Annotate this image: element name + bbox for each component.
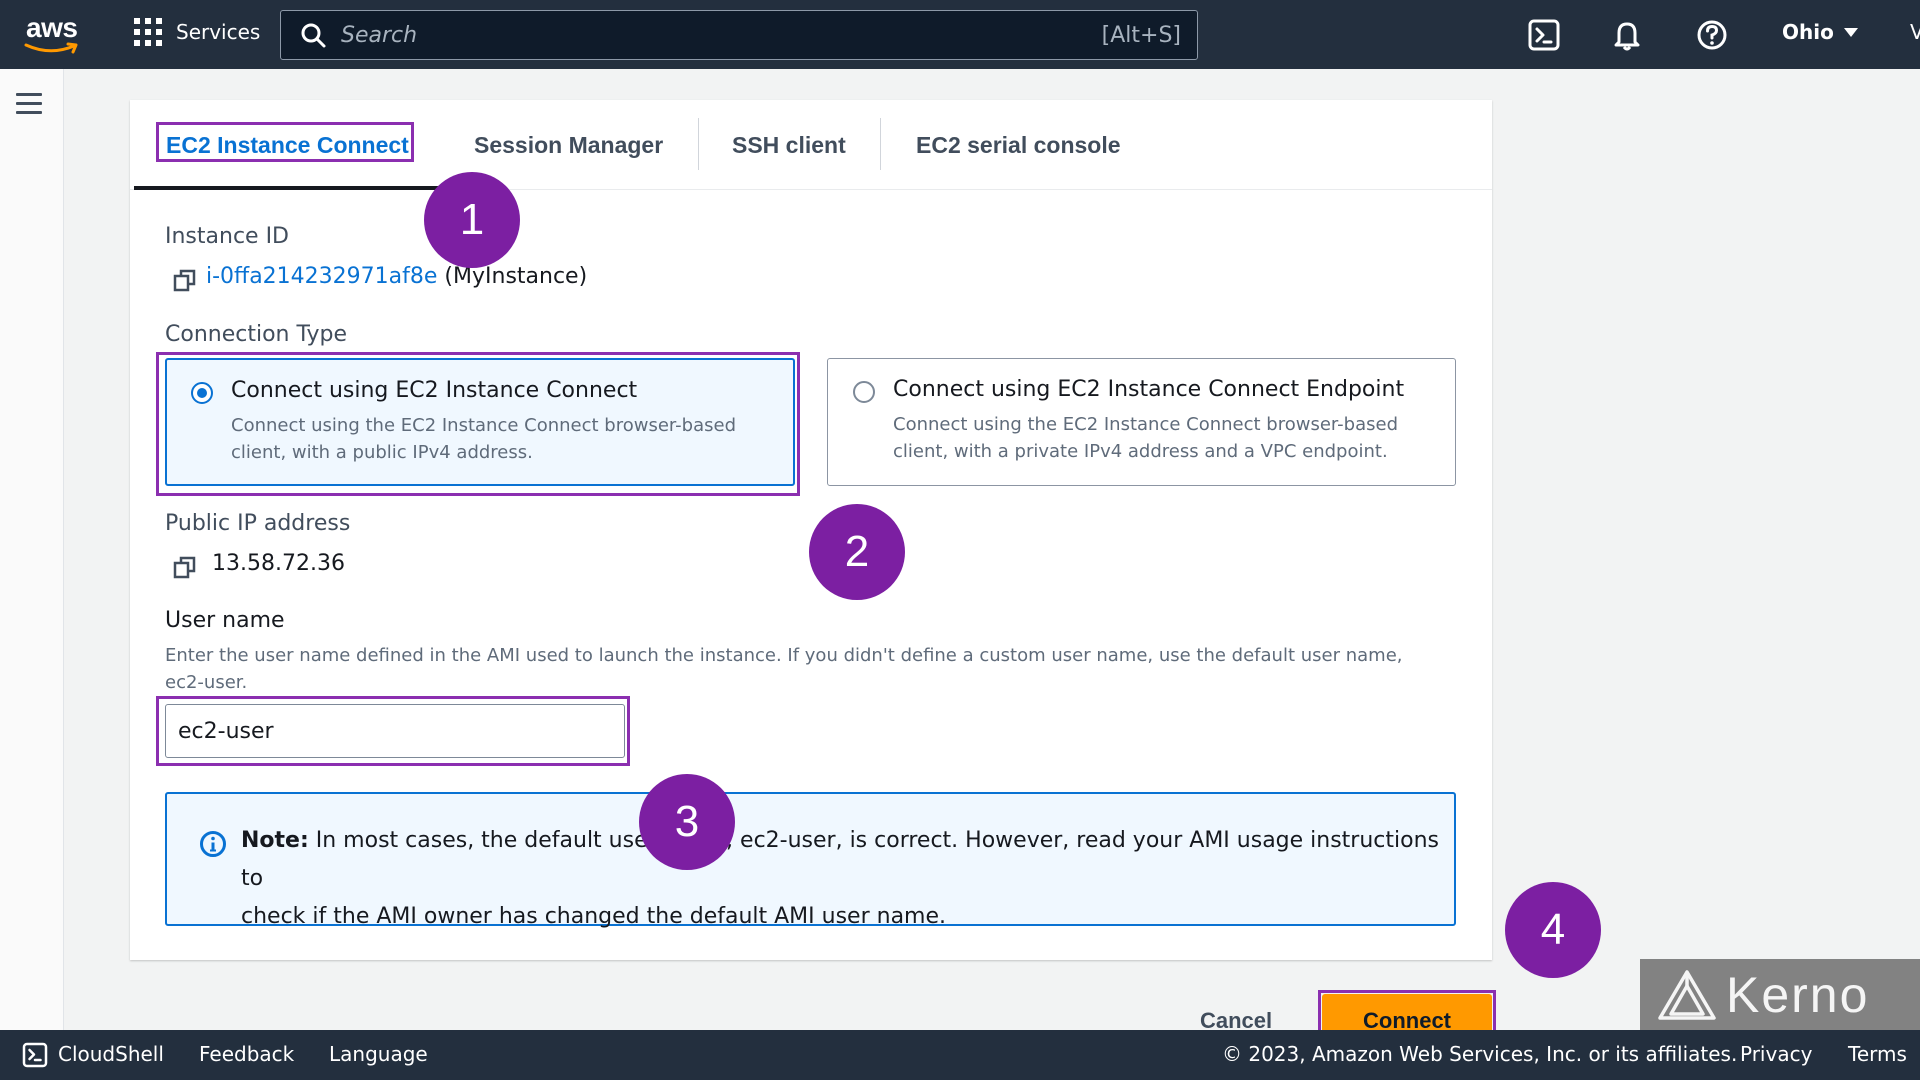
kerno-watermark-text: Kerno [1726,966,1870,1023]
region-label: Ohio [1782,20,1834,44]
radio-button-unselected[interactable] [853,381,875,403]
caret-down-icon [1843,27,1858,37]
option-description-line: client, with a private IPv4 address and … [893,441,1388,462]
radio-button-selected[interactable] [191,382,213,404]
step-badge-2: 2 [809,504,905,600]
tab-session-manager[interactable]: Session Manager [474,116,663,174]
note-text: Note: In most cases, the default user na… [241,822,1441,936]
aws-smile-icon [24,42,78,54]
hamburger-icon[interactable] [16,93,42,115]
instance-name: (MyInstance) [444,264,588,289]
option-description-line: Connect using the EC2 Instance Connect b… [231,415,736,436]
option-description: Connect using the EC2 Instance Connect b… [893,411,1398,465]
active-tab-indicator [134,186,444,190]
user-name-input[interactable] [165,704,625,758]
user-name-label: User name [165,608,285,633]
kerno-logo-icon [1658,969,1716,1020]
option-title: Connect using EC2 Instance Connect [231,378,638,403]
option-description-line: Connect using the EC2 Instance Connect b… [893,414,1398,435]
user-name-description-line: Enter the user name defined in the AMI u… [165,645,1403,666]
left-navigation-rail [0,69,64,1030]
tab-ec2-serial-console[interactable]: EC2 serial console [916,116,1121,174]
tab-ssh-client[interactable]: SSH client [732,116,846,174]
console-footer: CloudShell Feedback Language © 2023, Ama… [0,1030,1920,1080]
footer-cloudshell-link[interactable]: CloudShell [58,1042,164,1066]
kerno-watermark: Kerno [1640,959,1920,1030]
note-bold-label: Note: [241,828,309,853]
search-icon [301,23,326,48]
footer-privacy-link[interactable]: Privacy [1740,1042,1812,1066]
user-name-description-line: ec2-user. [165,672,248,693]
aws-logo-text: aws [26,12,78,43]
search-input[interactable] [341,22,1041,48]
search-bar[interactable]: [Alt+S] [280,10,1198,60]
option-title: Connect using EC2 Instance Connect Endpo… [893,377,1405,402]
copy-icon[interactable] [172,554,198,580]
aws-logo[interactable]: aws [24,12,80,56]
footer-terms-link[interactable]: Terms [1848,1042,1907,1066]
connection-option-instance-connect-endpoint[interactable]: Connect using EC2 Instance Connect Endpo… [827,358,1456,486]
info-note-box: Note: In most cases, the default user na… [165,792,1456,929]
tab-divider [698,118,699,170]
copy-icon[interactable] [172,267,198,293]
tab-ec2-instance-connect[interactable]: EC2 Instance Connect [166,116,409,174]
services-menu-button[interactable]: Services [134,18,260,46]
connect-instance-panel: EC2 Instance Connect Session Manager SSH… [130,100,1492,1033]
note-line: check if the AMI owner has changed the d… [241,904,947,929]
footer-feedback-link[interactable]: Feedback [199,1042,294,1066]
info-icon [200,831,226,857]
connection-type-label: Connection Type [165,322,348,347]
cloudshell-icon[interactable] [1527,18,1561,52]
step-badge-4: 4 [1505,882,1601,978]
footer-language-link[interactable]: Language [329,1042,428,1066]
user-name-description: Enter the user name defined in the AMI u… [165,642,1465,696]
instance-id-label: Instance ID [165,224,289,249]
instance-id-value: i-0ffa214232971af8e (MyInstance) [206,264,587,289]
instance-id-link[interactable]: i-0ffa214232971af8e [206,264,437,289]
option-description: Connect using the EC2 Instance Connect b… [231,412,736,466]
note-line: Note: In most cases, the default user na… [241,822,1441,898]
note-line-text: In most cases, the default user name, ec… [241,828,1439,891]
step-badge-3: 3 [639,774,735,870]
account-menu-truncated[interactable]: V [1910,20,1920,44]
tab-divider [880,118,881,170]
footer-copyright: © 2023, Amazon Web Services, Inc. or its… [1222,1042,1738,1066]
apps-grid-icon [134,18,162,46]
option-description-line: client, with a public IPv4 address. [231,442,533,463]
bell-icon[interactable] [1610,18,1644,52]
region-selector[interactable]: Ohio [1782,20,1858,44]
public-ip-label: Public IP address [165,511,351,536]
search-shortcut-hint: [Alt+S] [1101,22,1181,48]
connection-option-instance-connect[interactable]: Connect using EC2 Instance Connect Conne… [165,358,795,486]
step-badge-1: 1 [424,172,520,268]
public-ip-value: 13.58.72.36 [212,551,345,576]
cloudshell-icon[interactable] [22,1042,48,1068]
connect-method-tabs: EC2 Instance Connect Session Manager SSH… [130,100,1492,190]
services-label: Services [176,20,261,44]
help-icon[interactable] [1695,18,1729,52]
top-navigation: aws Services [Alt+S] Ohio V [0,0,1920,69]
